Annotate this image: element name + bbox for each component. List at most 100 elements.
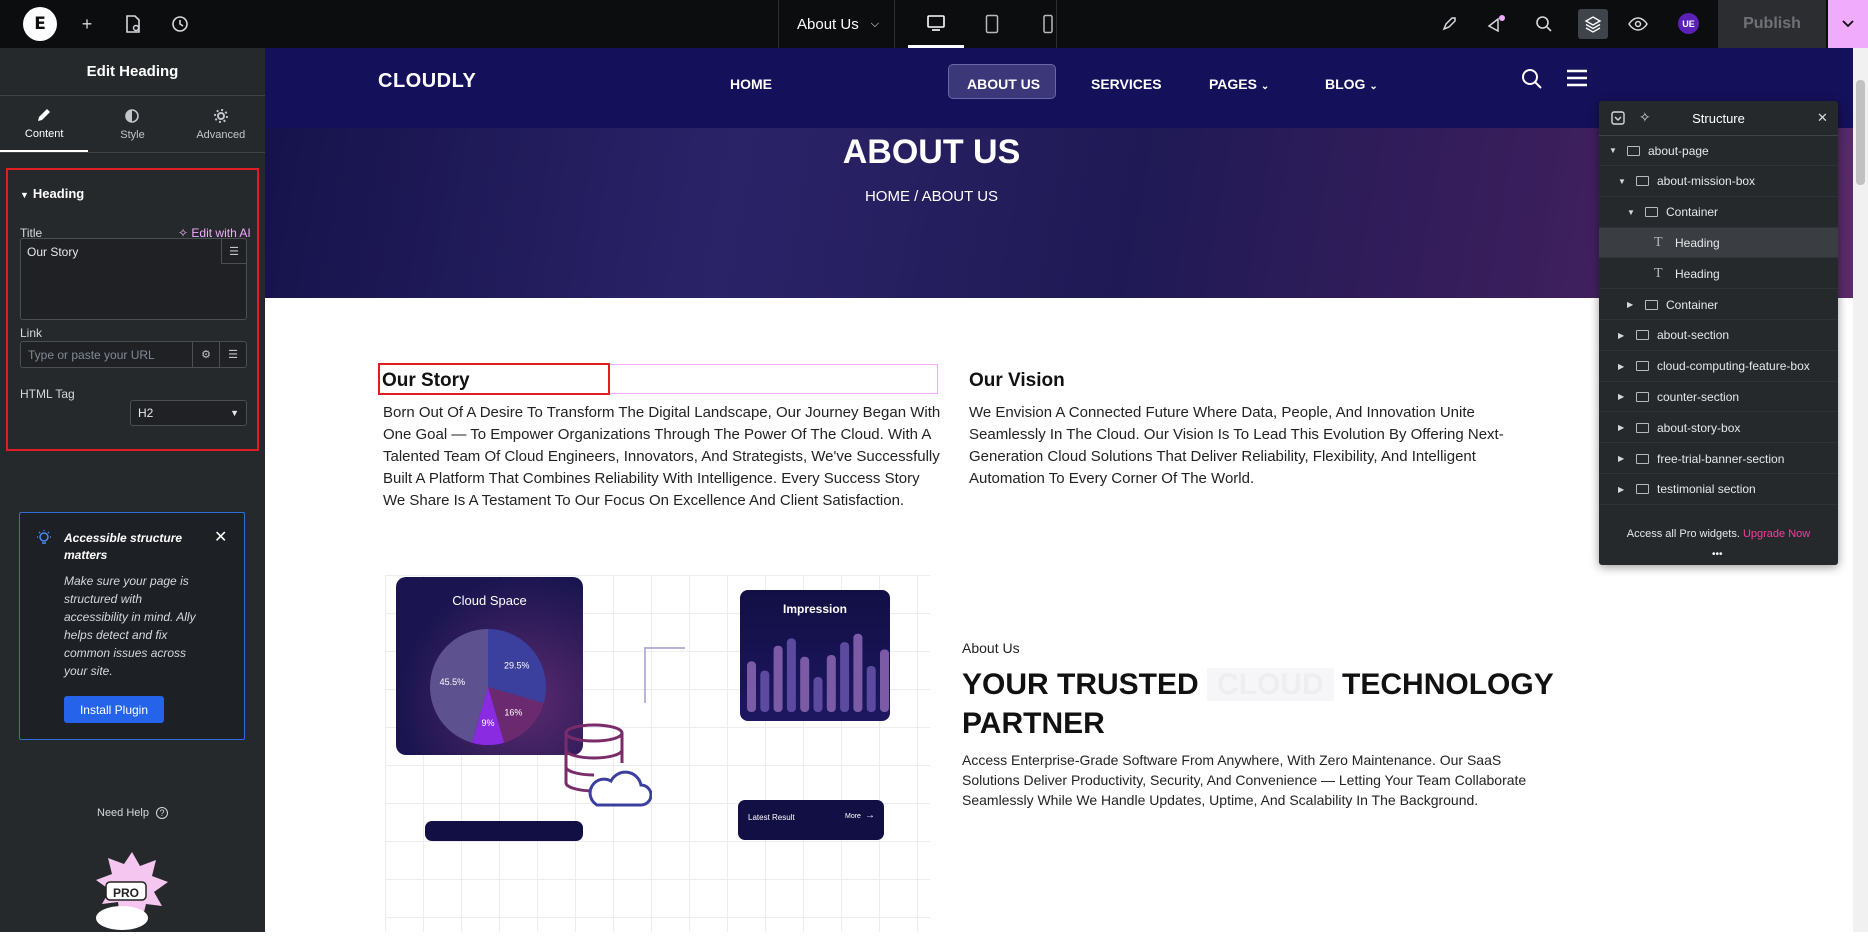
heading-t-icon: T [1654, 265, 1663, 281]
page-selector[interactable]: About Us ⌵ [778, 0, 895, 48]
link-dynamic-tags-icon[interactable]: ☰ [219, 342, 246, 367]
pie-slice-label: 45.5% [440, 677, 466, 687]
tab-style[interactable]: Style [88, 96, 176, 152]
nav-home[interactable]: HOME [730, 76, 772, 92]
close-icon[interactable]: ✕ [1817, 110, 1828, 126]
site-search-icon[interactable] [1521, 68, 1543, 95]
impression-bar [866, 666, 876, 712]
device-switcher [908, 0, 1056, 48]
html-tag-select[interactable]: H2 ▼ [130, 400, 247, 426]
page-name: About Us [797, 15, 859, 33]
link-url-input[interactable] [21, 342, 191, 367]
caret-right-icon[interactable]: ▶ [1618, 392, 1630, 401]
tablet-device-icon[interactable] [964, 0, 1020, 48]
nav-blog-label: BLOG [1325, 76, 1366, 92]
structure-item-label: free-trial-banner-section [1657, 451, 1785, 466]
search-icon[interactable] [1532, 12, 1556, 36]
link-options-gear-icon[interactable]: ⚙ [192, 342, 219, 367]
panel-tabs: Content Style Advanced [0, 96, 265, 153]
structure-item[interactable]: ▶ free-trial-banner-section [1599, 444, 1838, 474]
whats-new-icon[interactable] [1484, 12, 1508, 36]
publish-options-chevron-icon[interactable] [1828, 0, 1868, 48]
history-icon[interactable] [168, 12, 192, 36]
page-settings-icon[interactable] [121, 12, 145, 36]
pro-label: PRO [113, 886, 140, 900]
vision-text[interactable]: We Envision A Connected Future Where Dat… [969, 402, 1529, 490]
about-heading: YOUR TRUSTED CLOUD TECHNOLOGY PARTNER [962, 665, 1582, 743]
caret-right-icon[interactable]: ▶ [1627, 300, 1639, 309]
structure-item[interactable]: ▶ counter-section [1599, 382, 1838, 413]
about-label: About Us [962, 640, 1020, 656]
dynamic-tags-icon[interactable]: ☰ [221, 239, 246, 264]
pencil-icon [38, 108, 51, 121]
ue-avatar[interactable]: UE [1678, 13, 1699, 34]
scrollbar-thumb[interactable] [1856, 80, 1865, 185]
title-textarea[interactable]: Our Story ☰ [20, 238, 247, 320]
lightbulb-icon [36, 529, 52, 552]
container-icon [1636, 453, 1649, 464]
caret-down-icon[interactable]: ▼ [1609, 146, 1621, 155]
arrow-right-icon: → [865, 810, 875, 821]
nav-services[interactable]: SERVICES [1091, 76, 1162, 92]
nav-pages[interactable]: PAGES ⌄ [1209, 76, 1269, 92]
mobile-device-icon[interactable] [1020, 0, 1076, 48]
site-brand[interactable]: CLOUDLY [378, 70, 476, 93]
vision-heading[interactable]: Our Vision [969, 370, 1065, 392]
tab-advanced[interactable]: Advanced [177, 96, 265, 152]
structure-item[interactable]: ▶ about-section [1599, 321, 1838, 351]
structure-item[interactable]: ▼ about-page [1599, 136, 1838, 166]
container-icon [1636, 391, 1649, 402]
impression-bar [760, 670, 770, 712]
caret-right-icon[interactable]: ▶ [1618, 331, 1630, 340]
nav-blog[interactable]: BLOG ⌄ [1325, 76, 1378, 92]
notice-body: Make sure your page is structured with a… [64, 574, 196, 678]
story-text[interactable]: Born Out Of A Desire To Transform The Di… [383, 402, 943, 512]
link-label: Link [20, 326, 43, 340]
elementor-logo[interactable]: E [23, 7, 57, 41]
impression-bar [840, 642, 850, 712]
caret-right-icon[interactable]: ▶ [1618, 423, 1630, 432]
nav-about-us[interactable]: ABOUT US [967, 76, 1040, 92]
structure-item-label: Heading [1675, 266, 1720, 281]
pie-slice-label: 29.5% [504, 660, 530, 670]
impression-bar-chart [747, 633, 889, 712]
structure-item[interactable]: ▶ cloud-computing-feature-box [1599, 352, 1838, 382]
add-element-icon[interactable]: + [75, 12, 99, 36]
html-tag-value: H2 [138, 406, 154, 420]
structure-layers-icon[interactable] [1578, 9, 1608, 39]
need-help-link[interactable]: Need Help ? [97, 807, 169, 819]
caret-right-icon[interactable]: ▶ [1618, 485, 1630, 494]
preview-eye-icon[interactable] [1626, 12, 1650, 36]
question-icon: ? [156, 807, 169, 819]
close-icon[interactable]: ✕ [214, 527, 227, 547]
tab-label: Advanced [196, 128, 246, 141]
structure-footer: Access all Pro widgets. Upgrade Now [1599, 528, 1838, 540]
desktop-device-icon[interactable] [908, 0, 964, 48]
structure-item-label: about-story-box [1657, 420, 1741, 435]
structure-item[interactable]: T Heading [1599, 259, 1838, 290]
story-heading[interactable]: Our Story [382, 370, 470, 392]
structure-item[interactable]: ▶ about-story-box [1599, 413, 1838, 444]
install-plugin-button[interactable]: Install Plugin [64, 696, 164, 723]
tab-content[interactable]: Content [0, 96, 89, 152]
hamburger-menu-icon[interactable] [1565, 68, 1589, 93]
rocket-icon[interactable] [1437, 12, 1461, 36]
caret-down-icon[interactable]: ▼ [1618, 177, 1630, 186]
structure-item[interactable]: T Heading [1599, 228, 1838, 259]
structure-item[interactable]: ▼ Container [1599, 198, 1838, 228]
structure-item[interactable]: ▶ testimonial section [1599, 475, 1838, 505]
publish-button[interactable]: Publish [1718, 0, 1826, 48]
heading-t-icon: T [1654, 234, 1663, 250]
more-dots-icon[interactable]: ••• [1712, 549, 1723, 560]
link-field: ⚙ ☰ [20, 341, 247, 368]
structure-item-label: testimonial section [1657, 482, 1756, 497]
caret-down-icon[interactable]: ▼ [1627, 208, 1639, 217]
chevron-down-icon: ⌵ [870, 17, 880, 30]
upgrade-now-link[interactable]: Upgrade Now [1743, 528, 1810, 540]
caret-right-icon[interactable]: ▶ [1618, 362, 1630, 371]
structure-item[interactable]: ▶ Container [1599, 290, 1838, 320]
container-icon [1636, 422, 1649, 433]
section-toggle[interactable]: ▼ Heading [20, 186, 84, 201]
caret-right-icon[interactable]: ▶ [1618, 454, 1630, 463]
structure-item[interactable]: ▼ about-mission-box [1599, 167, 1838, 197]
